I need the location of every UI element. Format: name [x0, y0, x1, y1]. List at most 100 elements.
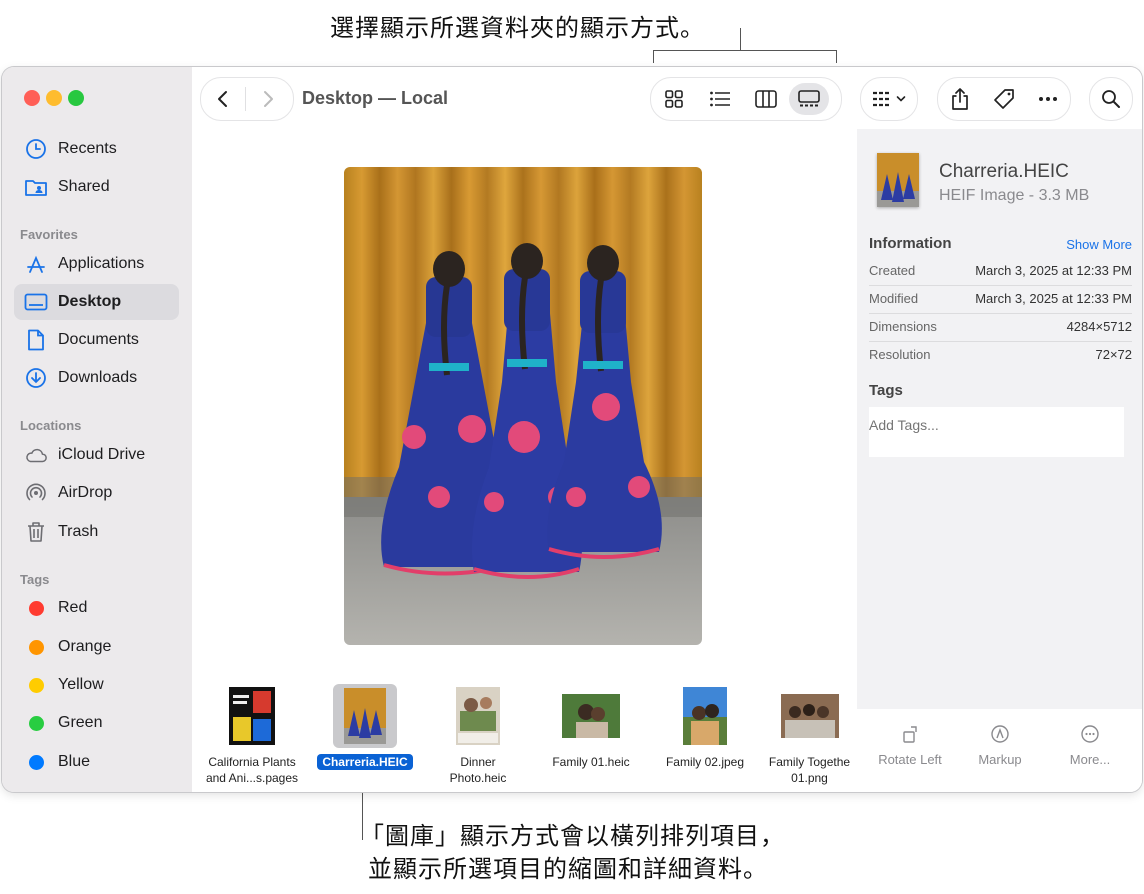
file-icon-thumbnail	[877, 153, 919, 207]
sidebar-item-airdrop[interactable]: AirDrop	[14, 475, 179, 511]
action-label: More...	[1069, 752, 1111, 767]
grid-icon	[665, 90, 683, 108]
sidebar-item-label: Yellow	[58, 676, 104, 693]
preview-file-kind: HEIF Image - 3.3 MB	[939, 187, 1090, 204]
info-label: Dimensions	[869, 319, 937, 334]
back-button[interactable]	[201, 79, 245, 119]
show-more-link[interactable]: Show More	[1066, 237, 1132, 252]
tag-button[interactable]	[982, 79, 1026, 119]
sidebar-item-trash[interactable]: Trash	[14, 514, 179, 550]
ellipsis-icon	[1039, 97, 1057, 101]
sidebar-tag-yellow[interactable]: Yellow	[14, 667, 179, 703]
info-label: Resolution	[869, 347, 931, 362]
sidebar-item-recents[interactable]: Recents	[14, 131, 179, 167]
group-by-button[interactable]	[860, 77, 918, 121]
file-item-selected[interactable]: Charreria.HEIC	[309, 684, 421, 770]
sidebar-tag-red[interactable]: Red	[14, 590, 179, 626]
sidebar-item-label: Applications	[58, 255, 145, 272]
icon-view-button[interactable]	[651, 79, 697, 119]
sidebar-item-label: Green	[58, 714, 103, 731]
info-row-created: Created March 3, 2025 at 12:33 PM	[869, 263, 1132, 278]
sidebar-item-label: Documents	[58, 331, 139, 348]
list-view-button[interactable]	[697, 79, 743, 119]
file-item[interactable]: Family 01.heic	[535, 684, 647, 770]
action-label: Rotate Left	[878, 752, 942, 767]
sidebar-item-shared[interactable]: Shared	[14, 169, 179, 205]
forward-button[interactable]	[246, 79, 290, 119]
sidebar-item-desktop[interactable]: Desktop	[14, 284, 179, 320]
info-value: March 3, 2025 at 12:33 PM	[975, 291, 1132, 306]
callout-bracket-top	[653, 50, 837, 63]
file-name-line-2: and Ani...s.pages	[205, 771, 299, 785]
zoom-button[interactable]	[68, 90, 84, 106]
sidebar-item-documents[interactable]: Documents	[14, 322, 179, 358]
finder-window: Recents Shared Favorites Applications De…	[2, 67, 1142, 792]
file-item[interactable]: Family 02.jpeg	[649, 684, 761, 770]
minimize-button[interactable]	[46, 90, 62, 106]
sidebar-item-label: Downloads	[58, 369, 138, 386]
family-02-thumbnail	[673, 684, 737, 748]
airdrop-icon	[24, 482, 48, 504]
section-title-tags: Tags	[20, 572, 50, 587]
divider	[869, 285, 1132, 286]
preview-file-name: Charreria.HEIC	[939, 161, 1069, 182]
search-icon	[1102, 90, 1120, 108]
sidebar-item-label: Desktop	[58, 293, 122, 310]
sidebar-tag-blue[interactable]: Blue	[14, 744, 179, 780]
close-button[interactable]	[24, 90, 40, 106]
section-title-favorites: Favorites	[20, 227, 78, 242]
column-view-button[interactable]	[743, 79, 789, 119]
divider	[869, 341, 1132, 342]
rotate-left-icon	[865, 724, 955, 746]
tag-dot-icon	[28, 715, 44, 731]
tag-dot-icon	[28, 677, 44, 693]
action-label: Markup	[978, 752, 1022, 767]
share-button[interactable]	[938, 79, 982, 119]
tag-dot-icon	[28, 754, 44, 770]
add-tags-input[interactable]	[869, 407, 1124, 457]
sidebar-item-label: Orange	[58, 638, 112, 655]
more-button[interactable]	[1026, 79, 1070, 119]
gallery-view-button[interactable]	[789, 83, 829, 115]
preview-pane: Charreria.HEIC HEIF Image - 3.3 MB Infor…	[857, 129, 1142, 792]
gallery-preview-image[interactable]	[344, 167, 702, 645]
sidebar-item-downloads[interactable]: Downloads	[14, 360, 179, 396]
nav-buttons	[200, 77, 294, 121]
family-01-thumbnail	[559, 684, 623, 748]
sidebar-item-icloud-drive[interactable]: iCloud Drive	[14, 437, 179, 473]
file-name-line-1: Dinner	[460, 755, 496, 769]
sidebar-tag-green[interactable]: Green	[14, 705, 179, 741]
info-row-resolution: Resolution 72×72	[869, 347, 1132, 362]
clock-icon	[24, 138, 48, 160]
rotate-left-button[interactable]: Rotate Left	[865, 724, 955, 767]
sidebar-tag-orange[interactable]: Orange	[14, 629, 179, 665]
chevron-right-icon	[264, 91, 273, 107]
window-title: Desktop — Local	[302, 88, 449, 108]
gallery-view: California Plants and Ani...s.pages Char…	[192, 129, 857, 792]
group-grid-icon	[873, 91, 889, 107]
more-circle-icon	[1045, 724, 1135, 746]
chevron-down-icon	[896, 96, 906, 102]
trash-icon	[24, 521, 48, 543]
more-actions-button[interactable]: More...	[1045, 724, 1135, 767]
markup-button[interactable]: Markup	[955, 724, 1045, 767]
charreria-thumbnail	[333, 684, 397, 748]
file-item[interactable]: California Plants and Ani...s.pages	[196, 684, 308, 786]
cloud-icon	[24, 446, 48, 464]
applications-icon	[24, 253, 48, 275]
shared-folder-icon	[24, 177, 48, 197]
list-icon	[710, 91, 730, 107]
info-row-dimensions: Dimensions 4284×5712	[869, 319, 1132, 334]
file-item[interactable]: Family Togethe 01.png	[762, 684, 857, 786]
sidebar-item-label: AirDrop	[58, 484, 113, 501]
callout-gallery-description: 「圖庫」顯示方式會以橫列排列項目， 並顯示所選項目的縮圖和詳細資料。	[360, 820, 785, 886]
callout-line-2: 並顯示所選項目的縮圖和詳細資料。	[368, 855, 768, 883]
tag-icon	[994, 89, 1014, 109]
search-button[interactable]	[1089, 77, 1133, 121]
sidebar-item-label: Recents	[58, 140, 117, 157]
family-together-thumbnail	[778, 684, 842, 748]
sidebar-item-applications[interactable]: Applications	[14, 246, 179, 282]
file-item[interactable]: Dinner Photo.heic	[422, 684, 534, 786]
file-name-line-2: Photo.heic	[449, 771, 507, 785]
info-value: March 3, 2025 at 12:33 PM	[975, 263, 1132, 278]
